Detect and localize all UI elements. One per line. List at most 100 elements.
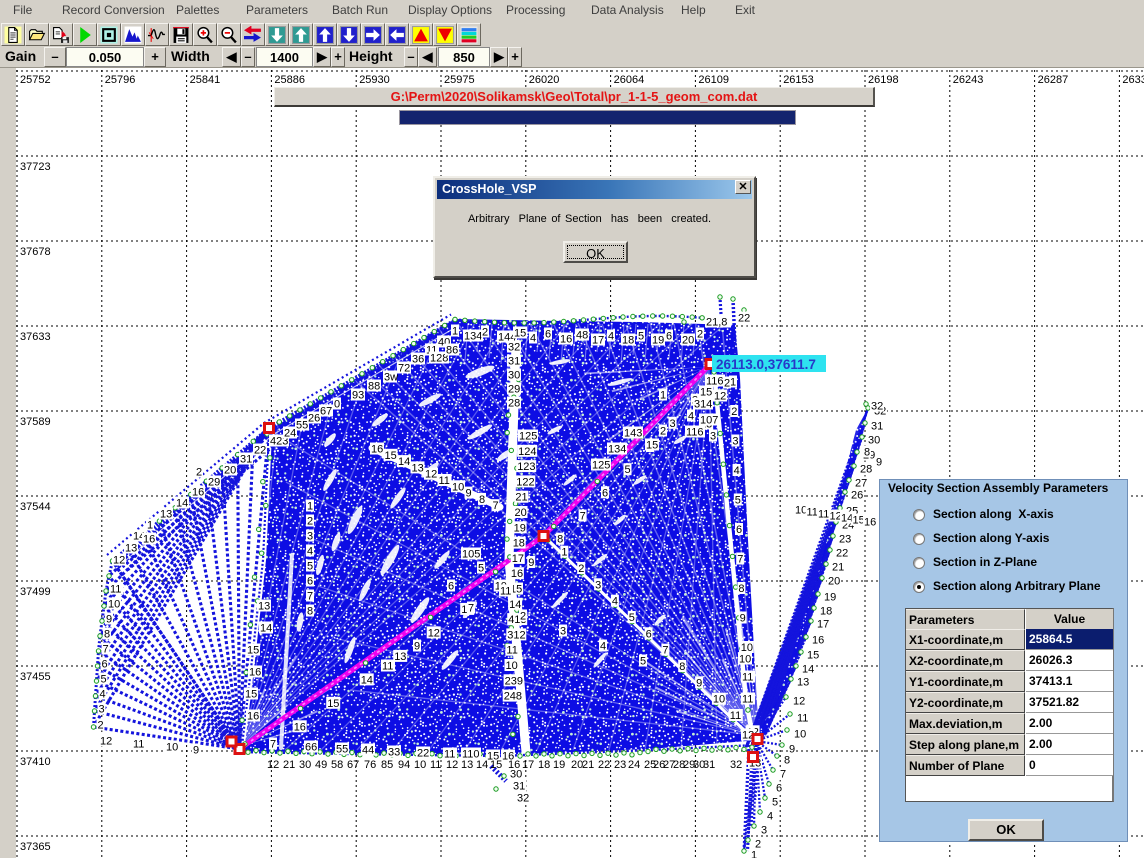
svg-text:6: 6 — [666, 331, 672, 343]
svg-text:2: 2 — [731, 406, 737, 418]
svg-text:4: 4 — [688, 411, 694, 423]
svg-text:44: 44 — [362, 745, 374, 757]
svg-text:58: 58 — [331, 759, 343, 771]
svg-text:4: 4 — [608, 331, 614, 343]
svg-text:76: 76 — [364, 759, 376, 771]
svg-text:6: 6 — [448, 581, 454, 593]
svg-text:2: 2 — [98, 720, 104, 732]
svg-text:2: 2 — [724, 378, 730, 390]
svg-text:19: 19 — [824, 592, 836, 604]
svg-text:1: 1 — [751, 850, 757, 858]
svg-text:11: 11 — [500, 586, 511, 598]
svg-text:105: 105 — [462, 549, 480, 561]
svg-text:13: 13 — [394, 651, 406, 663]
svg-text:9: 9 — [789, 744, 795, 756]
svg-text:37544: 37544 — [20, 501, 51, 513]
svg-text:1: 1 — [561, 547, 567, 559]
svg-text:17: 17 — [512, 553, 524, 565]
svg-text:3: 3 — [595, 579, 601, 591]
svg-text:22: 22 — [738, 313, 750, 325]
svg-text:21,8: 21,8 — [706, 317, 727, 329]
svg-text:15: 15 — [490, 759, 502, 771]
svg-text:26287: 26287 — [1038, 74, 1069, 86]
svg-text:2: 2 — [578, 563, 584, 575]
svg-text:67: 67 — [320, 406, 332, 418]
svg-text:13: 13 — [412, 462, 424, 474]
svg-text:14: 14 — [476, 759, 488, 771]
svg-text:14: 14 — [260, 623, 272, 635]
svg-text:72: 72 — [398, 363, 410, 375]
svg-text:26113.0,37611.7: 26113.0,37611.7 — [716, 357, 816, 372]
svg-text:17: 17 — [592, 335, 604, 347]
svg-text:0: 0 — [334, 399, 340, 411]
svg-text:55: 55 — [336, 744, 348, 756]
svg-text:7: 7 — [493, 500, 499, 512]
svg-text:26153: 26153 — [783, 74, 814, 86]
svg-text:314: 314 — [694, 399, 712, 411]
svg-text:32: 32 — [517, 793, 529, 805]
svg-text:11: 11 — [382, 661, 393, 673]
svg-text:14: 14 — [841, 513, 853, 525]
svg-text:4: 4 — [600, 641, 606, 653]
svg-text:11: 11 — [797, 713, 808, 725]
svg-text:28: 28 — [508, 398, 520, 410]
svg-text:2: 2 — [660, 426, 666, 438]
svg-text:37455: 37455 — [20, 671, 51, 683]
svg-text:11: 11 — [807, 507, 818, 519]
svg-text:21: 21 — [832, 562, 844, 574]
svg-text:33: 33 — [388, 747, 400, 759]
svg-text:3: 3 — [710, 431, 716, 443]
svg-text:16: 16 — [812, 635, 824, 647]
svg-text:11: 11 — [730, 710, 741, 722]
svg-text:15: 15 — [807, 650, 819, 662]
svg-text:16: 16 — [371, 444, 383, 456]
svg-text:9: 9 — [106, 614, 112, 626]
svg-text:312: 312 — [507, 629, 525, 641]
svg-text:12: 12 — [100, 736, 112, 748]
svg-text:6: 6 — [776, 783, 782, 795]
svg-text:37633: 37633 — [20, 331, 51, 343]
svg-text:31: 31 — [513, 781, 525, 793]
svg-text:20: 20 — [515, 507, 527, 519]
svg-text:12: 12 — [428, 627, 440, 639]
svg-text:9: 9 — [740, 613, 746, 625]
svg-text:21: 21 — [515, 492, 527, 504]
svg-text:9: 9 — [193, 745, 199, 757]
svg-text:8: 8 — [479, 494, 485, 506]
svg-text:123: 123 — [517, 461, 535, 473]
svg-text:67: 67 — [347, 759, 359, 771]
svg-text:124: 124 — [518, 446, 536, 458]
svg-text:20: 20 — [828, 576, 840, 588]
svg-text:12: 12 — [267, 759, 279, 771]
svg-text:36: 36 — [412, 354, 424, 366]
svg-text:11: 11 — [110, 584, 121, 596]
svg-text:19: 19 — [652, 335, 664, 347]
svg-text:9: 9 — [696, 677, 702, 689]
svg-text:20: 20 — [224, 465, 236, 477]
svg-text:31: 31 — [871, 421, 883, 433]
svg-text:25975: 25975 — [444, 74, 475, 86]
svg-text:16: 16 — [249, 667, 261, 679]
svg-text:239: 239 — [505, 675, 523, 687]
svg-text:18: 18 — [513, 538, 525, 550]
svg-text:15: 15 — [385, 450, 397, 462]
svg-text:3: 3 — [761, 825, 767, 837]
svg-text:7: 7 — [270, 739, 276, 751]
svg-text:7: 7 — [737, 554, 743, 566]
svg-text:26: 26 — [308, 413, 320, 425]
svg-text:11: 11 — [506, 645, 517, 657]
svg-text:24: 24 — [628, 759, 640, 771]
svg-text:20: 20 — [682, 335, 694, 347]
svg-text:16: 16 — [247, 711, 259, 723]
svg-text:10: 10 — [794, 729, 806, 741]
svg-text:10: 10 — [741, 642, 753, 654]
svg-text:18: 18 — [622, 335, 634, 347]
svg-text:30: 30 — [299, 759, 311, 771]
svg-text:10: 10 — [166, 742, 178, 754]
svg-text:19: 19 — [514, 522, 526, 534]
svg-text:13: 13 — [461, 759, 473, 771]
svg-text:9: 9 — [414, 641, 420, 653]
svg-text:7: 7 — [307, 591, 313, 603]
svg-text:4: 4 — [530, 333, 536, 345]
svg-text:13: 13 — [160, 509, 172, 521]
